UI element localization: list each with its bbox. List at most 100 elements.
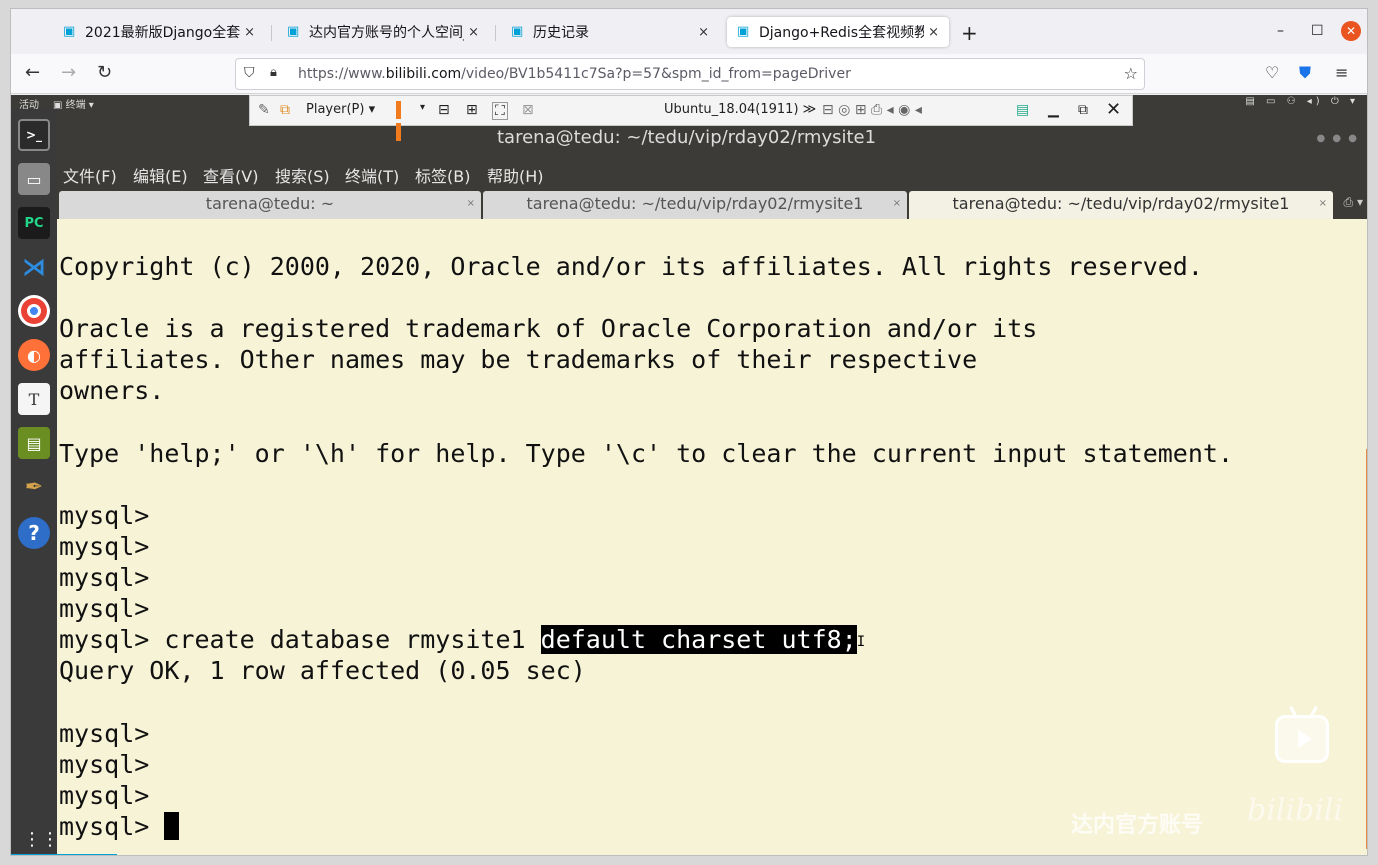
shield-icon[interactable]: ⛉ [244, 65, 255, 81]
terminal-output[interactable]: Copyright (c) 2000, 2020, Oracle and/or … [57, 219, 1367, 855]
vmware-toolbar: ✎ ⧉ Player(P) ▾ ▾ ⊟ ⊞ ⛶ ⊠ Ubuntu_18.04(1… [249, 95, 1133, 141]
pycharm-icon[interactable]: PC [18, 207, 50, 239]
new-tab-button[interactable]: + [961, 21, 978, 45]
restore-icon[interactable]: ⧉ [1078, 102, 1088, 118]
menu-edit[interactable]: 编辑(E) [133, 163, 188, 187]
terminal-prompt-line[interactable]: mysql> [59, 811, 180, 842]
tab-menu-icon[interactable]: ⎙ ▾ [1344, 195, 1363, 210]
terminal-tab-label: tarena@tedu: ~/tedu/vip/rday02/rmysite1 [952, 194, 1290, 213]
chevron-down-icon[interactable]: ▾ [420, 102, 425, 113]
close-icon[interactable]: × [893, 191, 901, 217]
firefox-icon[interactable]: ◐ [18, 339, 50, 371]
bilibili-icon: ▣ [287, 24, 300, 39]
vmware-logo-icon: ⧉ [280, 102, 290, 118]
close-icon[interactable]: × [698, 25, 709, 40]
browser-window: ▣ 2021最新版Django全套视 × ▣ 达内官方账号的个人空间_ × ▣ … [10, 8, 1368, 856]
extension-icon[interactable]: ⛊ [1299, 63, 1311, 83]
close-icon[interactable]: × [928, 25, 939, 40]
tab-title: 2021最新版Django全套视 [85, 25, 241, 41]
snapshot-icon[interactable]: ⊞ [466, 102, 478, 118]
tab-history[interactable]: ▣ 历史记录 × [501, 17, 719, 47]
ubuntu-launcher: >_ ▭ PC ⋊ ◐ T ▤ ✒ ? ⋮⋮⋮ [11, 109, 77, 855]
terminal-tab-active[interactable]: tarena@tedu: ~/tedu/vip/rday02/rmysite1 … [909, 191, 1333, 219]
tab-django-course[interactable]: ▣ 2021最新版Django全套视 × [53, 17, 265, 47]
url-text[interactable]: https://www.bilibili.com/video/BV1b5411c… [298, 66, 851, 82]
terminal-line: mysql> [59, 501, 150, 530]
system-tray-icons[interactable]: ▤ ▭ ⚇ ◂) ⏻ ▾ [1245, 96, 1359, 107]
lock-icon[interactable]: 🔒︎ [270, 65, 277, 80]
terminal-tab-label: tarena@tedu: ~ [205, 194, 335, 213]
notes-icon[interactable]: ▤ [1016, 102, 1029, 118]
maximize-icon[interactable]: ☐ [1311, 23, 1324, 39]
close-icon[interactable]: ✕ [1106, 99, 1121, 120]
tab-personal-space[interactable]: ▣ 达内官方账号的个人空间_ × [277, 17, 489, 47]
close-icon[interactable]: × [1319, 191, 1327, 217]
terminal-line: mysql> [59, 594, 150, 623]
terminal-line: Oracle is a registered trademark of Orac… [59, 314, 1038, 343]
selected-text[interactable]: default charset utf8; [540, 625, 857, 654]
files-icon[interactable]: ▭ [18, 163, 50, 195]
network-icon[interactable]: ⊟ [438, 102, 450, 118]
bilibili-icon: ▣ [63, 24, 76, 39]
pocket-icon[interactable]: ♡ [1265, 63, 1279, 82]
terminal-menubar: 文件(F) 编辑(E) 查看(V) 搜索(S) 终端(T) 标签(B) 帮助(H… [57, 157, 1367, 189]
terminal-tab[interactable]: tarena@tedu: ~ × [59, 191, 481, 219]
reload-icon[interactable]: ↻ [97, 62, 112, 83]
terminal-line: Type 'help;' or '\h' for help. Type '\c'… [59, 439, 1233, 468]
window-close-button[interactable]: ✕ [1341, 21, 1361, 41]
scrollbar[interactable] [1366, 449, 1367, 849]
vm-name-label: Ubuntu_18.04(1911) ≫ [664, 102, 817, 117]
play-button[interactable] [1275, 706, 1329, 763]
menu-icon[interactable]: ≡ [1335, 63, 1348, 82]
window-buttons[interactable]: ● ● ● [1316, 133, 1359, 144]
terminal-line: mysql> [59, 719, 150, 748]
terminal-icon[interactable]: >_ [18, 119, 50, 151]
unity-icon[interactable]: ⊠ [522, 102, 534, 118]
minimize-icon[interactable]: – [1277, 23, 1284, 39]
feather-icon[interactable]: ✒ [18, 471, 50, 503]
text-cursor [164, 812, 180, 840]
pin-icon[interactable]: ✎ [258, 102, 270, 118]
menu-view[interactable]: 查看(V) [203, 163, 258, 187]
prompt-text: mysql> [59, 812, 165, 841]
uploader-watermark: 达内官方账号 [1071, 813, 1204, 838]
back-icon[interactable]: ← [25, 62, 40, 83]
tab-django-redis[interactable]: ▣ Django+Redis全套视频教 × [727, 17, 949, 47]
close-icon[interactable]: × [244, 25, 255, 40]
terminal-line: mysql> [59, 781, 150, 810]
ibeam-cursor-icon: I [856, 634, 866, 650]
video-progress-bar[interactable] [11, 854, 117, 855]
tab-title: 历史记录 [533, 25, 589, 41]
close-icon[interactable]: × [468, 25, 479, 40]
terminal-tab[interactable]: tarena@tedu: ~/tedu/vip/rday02/rmysite1 … [483, 191, 907, 219]
bilibili-icon: ▣ [737, 24, 750, 39]
vscode-icon[interactable]: ⋊ [18, 251, 50, 283]
chrome-icon[interactable] [18, 295, 50, 327]
device-icons[interactable]: ⊟ ◎ ⊞ ⎙ ◂ ◉ ◂ [822, 102, 922, 118]
terminal-line: mysql> [59, 532, 150, 561]
forward-icon[interactable]: → [61, 62, 76, 83]
menu-search[interactable]: 搜索(S) [275, 163, 330, 187]
terminal-command-line: mysql> create database rmysite1 default … [59, 624, 865, 655]
terminal-line: owners. [59, 376, 165, 405]
video-player[interactable]: 活动 ▣ 终端 ▾ ▤ ▭ ⚇ ◂) ⏻ ▾ >_ ▭ PC ⋊ ◐ T ▤ ✒… [11, 95, 1367, 855]
minimize-icon[interactable]: ▁ [1048, 102, 1059, 118]
terminal-tabs: tarena@tedu: ~ × tarena@tedu: ~/tedu/vip… [57, 189, 1367, 219]
fullscreen-icon[interactable]: ⛶ [492, 102, 508, 120]
menu-tabs[interactable]: 标签(B) [415, 163, 470, 187]
close-icon[interactable]: × [467, 191, 475, 217]
url-bar[interactable]: ⛉ 🔒︎ https://www.bilibili.com/video/BV1b… [235, 58, 1145, 90]
tab-title: Django+Redis全套视频教 [759, 25, 925, 41]
terminal-line: affiliates. Other names may be trademark… [59, 345, 978, 374]
menu-terminal[interactable]: 终端(T) [345, 163, 399, 187]
menu-help[interactable]: 帮助(H) [487, 163, 544, 187]
help-icon[interactable]: ? [18, 517, 50, 549]
book-icon[interactable]: ▤ [18, 427, 50, 459]
terminal-title: tarena@tedu: ~/tedu/vip/rday02/rmysite1 [497, 127, 877, 148]
text-editor-icon[interactable]: T [18, 383, 50, 415]
bookmark-star-icon[interactable]: ☆ [1124, 64, 1138, 83]
terminal-line: mysql> [59, 563, 150, 592]
player-menu[interactable]: Player(P) ▾ [306, 102, 375, 117]
pause-icon[interactable] [396, 101, 410, 141]
menu-file[interactable]: 文件(F) [63, 163, 117, 187]
